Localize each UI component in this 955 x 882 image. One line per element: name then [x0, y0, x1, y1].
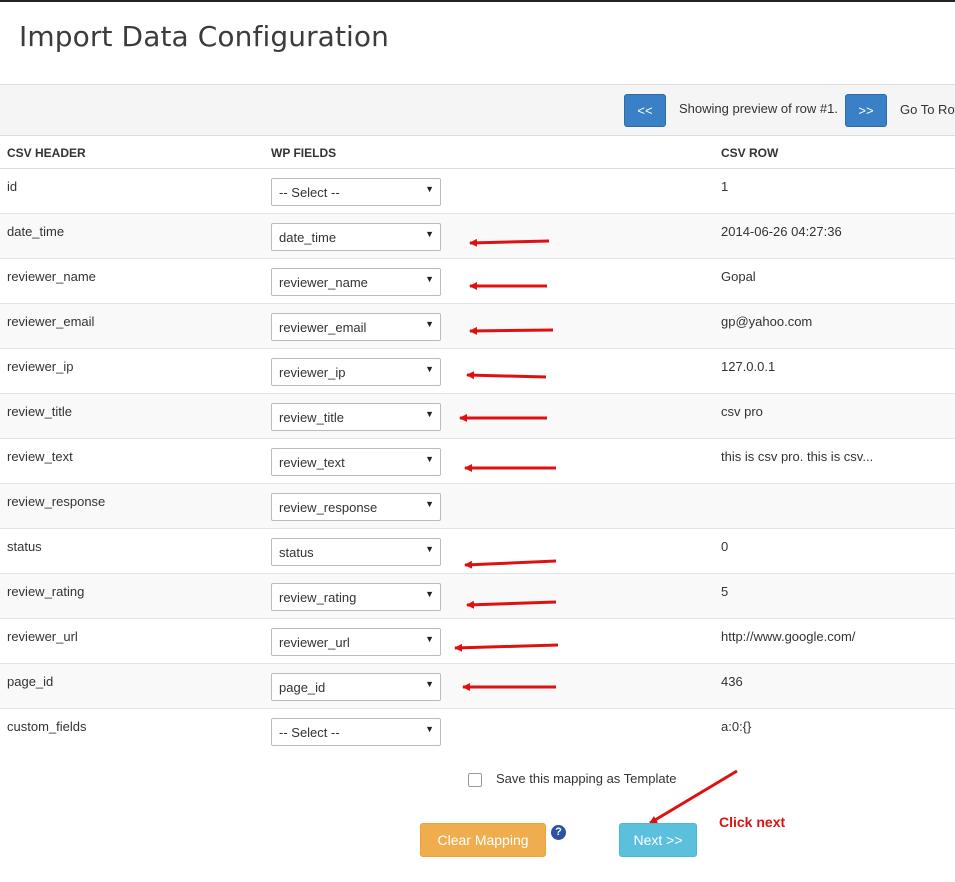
wp-field-selected-value: reviewer_url — [279, 635, 350, 650]
csv-row-value-cell: Gopal — [721, 269, 756, 284]
table-row: date_time date_time ▼ 2014-06-26 04:27:36 — [0, 214, 955, 259]
csv-header-cell: reviewer_email — [7, 314, 95, 329]
csv-header-cell: reviewer_ip — [7, 359, 74, 374]
save-template-checkbox[interactable] — [468, 773, 482, 787]
table-row: reviewer_name reviewer_name ▼ Gopal — [0, 259, 955, 304]
csv-header-cell: page_id — [7, 674, 54, 689]
table-row: reviewer_ip reviewer_ip ▼ 127.0.0.1 — [0, 349, 955, 394]
chevron-down-icon: ▼ — [425, 544, 434, 554]
table-row: reviewer_url reviewer_url ▼ http://www.goog… — [0, 619, 955, 664]
wp-field-select[interactable]: status ▼ — [271, 538, 441, 566]
table-row: id -- Select -- ▼ 1 — [0, 169, 955, 214]
wp-field-selected-value: reviewer_ip — [279, 365, 346, 380]
go-to-row-label: Go To Row — [900, 102, 955, 117]
wp-field-select[interactable]: review_title ▼ — [271, 403, 441, 431]
csv-row-value-cell: a:0:{} — [721, 719, 752, 734]
wp-field-select[interactable]: -- Select -- ▼ — [271, 178, 441, 206]
table-row: reviewer_email reviewer_email ▼ gp@yahoo.co… — [0, 304, 955, 349]
csv-header-cell: review_response — [7, 494, 106, 509]
wp-field-selected-value: status — [279, 545, 314, 560]
csv-row-value-cell: csv pro — [721, 404, 763, 419]
wp-field-select[interactable]: review_rating ▼ — [271, 583, 441, 611]
csv-header-cell: reviewer_url — [7, 629, 78, 644]
csv-header-cell: review_title — [7, 404, 73, 419]
csv-header-cell: id — [7, 179, 18, 194]
wp-field-select[interactable]: review_response ▼ — [271, 493, 441, 521]
wp-field-selected-value: review_title — [279, 410, 345, 425]
wp-field-select[interactable]: review_text ▼ — [271, 448, 441, 476]
chevron-down-icon: ▼ — [425, 679, 434, 689]
table-row: custom_fields -- Select -- ▼ a:0:{} — [0, 709, 955, 754]
wp-field-select[interactable]: -- Select -- ▼ — [271, 718, 441, 746]
table-body: id -- Select -- ▼ 1 date_time date_time ▼ 2014-… — [0, 169, 955, 754]
table-row: status status ▼ 0 — [0, 529, 955, 574]
wp-field-select[interactable]: reviewer_ip ▼ — [271, 358, 441, 386]
table-row: review_text review_text ▼ this is csv pro. … — [0, 439, 955, 484]
wp-field-selected-value: review_text — [279, 455, 345, 470]
csv-header-cell: date_time — [7, 224, 65, 239]
chevron-down-icon: ▼ — [425, 319, 434, 329]
column-header-wp-fields: WP FIELDS — [271, 146, 337, 160]
chevron-down-icon: ▼ — [425, 184, 434, 194]
wp-field-selected-value: -- Select -- — [279, 725, 340, 740]
csv-row-value-cell: 436 — [721, 674, 743, 689]
csv-row-value-cell: 5 — [721, 584, 729, 599]
wp-field-select[interactable]: page_id ▼ — [271, 673, 441, 701]
row-preview-navbar: << Showing preview of row #1. >> Go To R… — [0, 84, 955, 136]
csv-header-cell: reviewer_name — [7, 269, 96, 284]
page-title: Import Data Configuration — [19, 20, 389, 53]
table-header-row: CSV HEADER WP FIELDS CSV ROW — [0, 136, 955, 169]
wp-field-selected-value: reviewer_email — [279, 320, 367, 335]
chevron-down-icon: ▼ — [425, 499, 434, 509]
chevron-down-icon: ▼ — [425, 274, 434, 284]
chevron-down-icon: ▼ — [425, 634, 434, 644]
next-row-button[interactable]: >> — [845, 94, 887, 127]
table-row: review_title review_title ▼ csv pro — [0, 394, 955, 439]
help-icon[interactable]: ? — [551, 825, 566, 840]
column-header-csv-row: CSV ROW — [721, 146, 779, 160]
click-next-annotation: Click next — [719, 814, 786, 830]
chevron-down-icon: ▼ — [425, 724, 434, 734]
wp-field-selected-value: -- Select -- — [279, 185, 340, 200]
wp-field-selected-value: review_rating — [279, 590, 357, 605]
table-row: review_response review_response ▼ — [0, 484, 955, 529]
table-row: page_id page_id ▼ 436 — [0, 664, 955, 709]
chevron-down-icon: ▼ — [425, 589, 434, 599]
csv-row-value-cell: http://www.google.com/ — [721, 629, 856, 644]
next-button[interactable]: Next >> — [619, 823, 697, 857]
preview-status-text: Showing preview of row #1. — [679, 101, 838, 116]
csv-row-value-cell: gp@yahoo.com — [721, 314, 813, 329]
clear-mapping-button[interactable]: Clear Mapping — [420, 823, 546, 857]
wp-field-select[interactable]: reviewer_email ▼ — [271, 313, 441, 341]
previous-row-button[interactable]: << — [624, 94, 666, 127]
wp-field-select[interactable]: date_time ▼ — [271, 223, 441, 251]
chevron-down-icon: ▼ — [425, 229, 434, 239]
csv-row-value-cell: this is csv pro. this is csv... — [721, 449, 874, 464]
csv-row-value-cell: 1 — [721, 179, 729, 194]
mapping-table: CSV HEADER WP FIELDS CSV ROW id -- Select… — [0, 136, 955, 754]
csv-row-value-cell: 0 — [721, 539, 729, 554]
csv-header-cell: status — [7, 539, 42, 554]
wp-field-select[interactable]: reviewer_url ▼ — [271, 628, 441, 656]
csv-header-cell: review_text — [7, 449, 73, 464]
wp-field-select[interactable]: reviewer_name ▼ — [271, 268, 441, 296]
wp-field-selected-value: page_id — [279, 680, 326, 695]
column-header-csv-header: CSV HEADER — [7, 146, 86, 160]
save-template-label: Save this mapping as Template — [496, 771, 677, 786]
csv-header-cell: review_rating — [7, 584, 85, 599]
table-row: review_rating review_rating ▼ 5 — [0, 574, 955, 619]
csv-row-value-cell: 127.0.0.1 — [721, 359, 776, 374]
csv-row-value-cell: 2014-06-26 04:27:36 — [721, 224, 842, 239]
wp-field-selected-value: review_response — [279, 500, 378, 515]
chevron-down-icon: ▼ — [425, 364, 434, 374]
wp-field-selected-value: reviewer_name — [279, 275, 368, 290]
chevron-down-icon: ▼ — [425, 454, 434, 464]
chevron-down-icon: ▼ — [425, 409, 434, 419]
csv-header-cell: custom_fields — [7, 719, 87, 734]
wp-field-selected-value: date_time — [279, 230, 337, 245]
